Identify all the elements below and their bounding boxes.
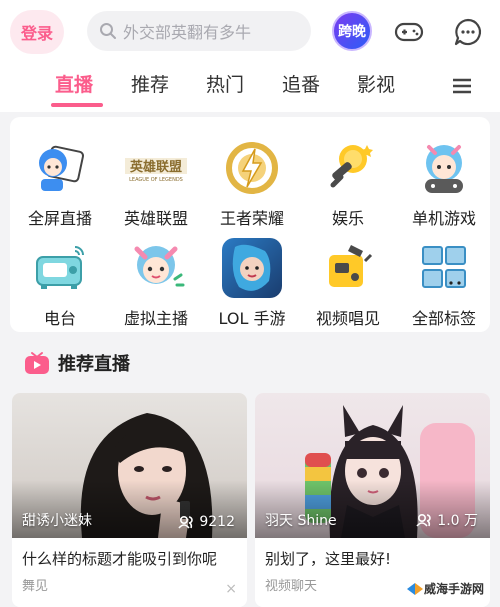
category-label: 全部标签 — [411, 309, 476, 328]
search-bar[interactable]: 外交部英翻有多牛 — [87, 11, 311, 51]
category-label: 电台 — [43, 309, 76, 328]
svg-text:LEAGUE OF LEGENDS: LEAGUE OF LEGENDS — [129, 177, 183, 183]
recommend-title: 推荐直播 — [58, 354, 130, 375]
category-label: LOL 手游 — [218, 309, 286, 328]
tab-recommend[interactable]: 推荐 — [131, 70, 169, 97]
viewer-count: 1.0 万 — [416, 510, 478, 530]
kuawan-badge[interactable]: 跨晚 — [332, 11, 372, 51]
category-panel: 全屏直播 英雄联盟 LEAGUE OF LEGENDS 英雄联盟 王者荣耀 娱乐 … — [10, 117, 490, 332]
controller-mascot-icon — [412, 137, 476, 199]
live-tv-icon — [25, 352, 49, 374]
viewer-count: 9212 — [178, 514, 235, 530]
honor-of-kings-icon — [220, 137, 284, 199]
top-bar: 登录 外交部英翻有多牛 跨晚 — [0, 0, 500, 64]
category-all-tags[interactable]: 全部标签 — [396, 229, 492, 329]
virtual-idol-icon — [124, 237, 188, 299]
tv-mascot-icon — [28, 137, 92, 199]
live-card[interactable]: 羽天 Shine 1.0 万 别划了，这里最好! 视频聊天 — [255, 393, 490, 607]
live-title: 什么样的标题才能吸引到你呢 — [22, 550, 218, 568]
watermark-logo — [407, 582, 423, 595]
live-card[interactable]: 甜诱小迷妹 9212 什么样的标题才能吸引到你呢 舞见 × — [12, 393, 247, 607]
tab-movies[interactable]: 影视 — [357, 70, 395, 97]
live-category: 视频聊天 — [265, 579, 318, 594]
tab-anime[interactable]: 追番 — [282, 70, 320, 97]
viewers-icon — [178, 515, 194, 529]
chat-icon[interactable] — [451, 15, 485, 49]
category-lol-mobile[interactable]: LOL 手游 — [204, 229, 300, 329]
live-thumbnail: 甜诱小迷妹 9212 — [12, 393, 247, 538]
login-button[interactable]: 登录 — [10, 10, 64, 54]
watermark: 威海手游网 — [402, 578, 489, 599]
lol-mobile-icon — [220, 237, 284, 299]
search-placeholder: 外交部英翻有多牛 — [123, 23, 252, 42]
gamepad-icon[interactable] — [392, 15, 426, 49]
category-lol[interactable]: 英雄联盟 LEAGUE OF LEGENDS 英雄联盟 — [108, 129, 204, 229]
category-entertainment[interactable]: 娱乐 — [300, 129, 396, 229]
menu-icon[interactable] — [448, 72, 476, 100]
streamer-name: 甜诱小迷妹 — [22, 513, 92, 529]
category-label: 虚拟主播 — [123, 309, 188, 328]
live-category: 舞见 — [22, 579, 49, 594]
category-label: 全屏直播 — [27, 209, 92, 228]
watermark-text: 威海手游网 — [424, 582, 485, 596]
recommend-header: 推荐直播 — [24, 350, 130, 376]
category-single-player[interactable]: 单机游戏 — [396, 129, 492, 229]
radio-icon — [28, 237, 92, 299]
category-label: 英雄联盟 — [123, 209, 188, 228]
streamer-name: 羽天 Shine — [265, 513, 337, 529]
video-singing-icon — [316, 237, 380, 299]
league-of-legends-logo: 英雄联盟 LEAGUE OF LEGENDS — [124, 137, 188, 199]
category-label: 王者荣耀 — [219, 209, 284, 228]
category-virtual-streamer[interactable]: 虚拟主播 — [108, 229, 204, 329]
channel-tabs: 直播 推荐 热门 追番 影视 — [0, 64, 500, 112]
viewer-count-value: 1.0 万 — [437, 513, 478, 529]
active-tab-indicator — [51, 103, 103, 107]
svg-text:英雄联盟: 英雄联盟 — [129, 159, 182, 175]
dismiss-button[interactable]: × — [225, 581, 237, 597]
category-label: 娱乐 — [331, 209, 364, 228]
grid-icon — [412, 237, 476, 299]
live-thumbnail: 羽天 Shine 1.0 万 — [255, 393, 490, 538]
microphone-icon — [316, 137, 380, 199]
category-label: 视频唱见 — [315, 309, 380, 328]
tab-hot[interactable]: 热门 — [206, 70, 244, 97]
category-video-singing[interactable]: 视频唱见 — [300, 229, 396, 329]
search-icon — [100, 23, 116, 39]
live-title: 别划了，这里最好! — [265, 550, 392, 568]
viewers-icon — [416, 513, 432, 527]
category-honor-of-kings[interactable]: 王者荣耀 — [204, 129, 300, 229]
category-label: 单机游戏 — [411, 209, 476, 228]
category-fullscreen-live[interactable]: 全屏直播 — [12, 129, 108, 229]
tab-live[interactable]: 直播 — [55, 70, 93, 97]
viewer-count-value: 9212 — [199, 514, 235, 530]
category-radio[interactable]: 电台 — [12, 229, 108, 329]
